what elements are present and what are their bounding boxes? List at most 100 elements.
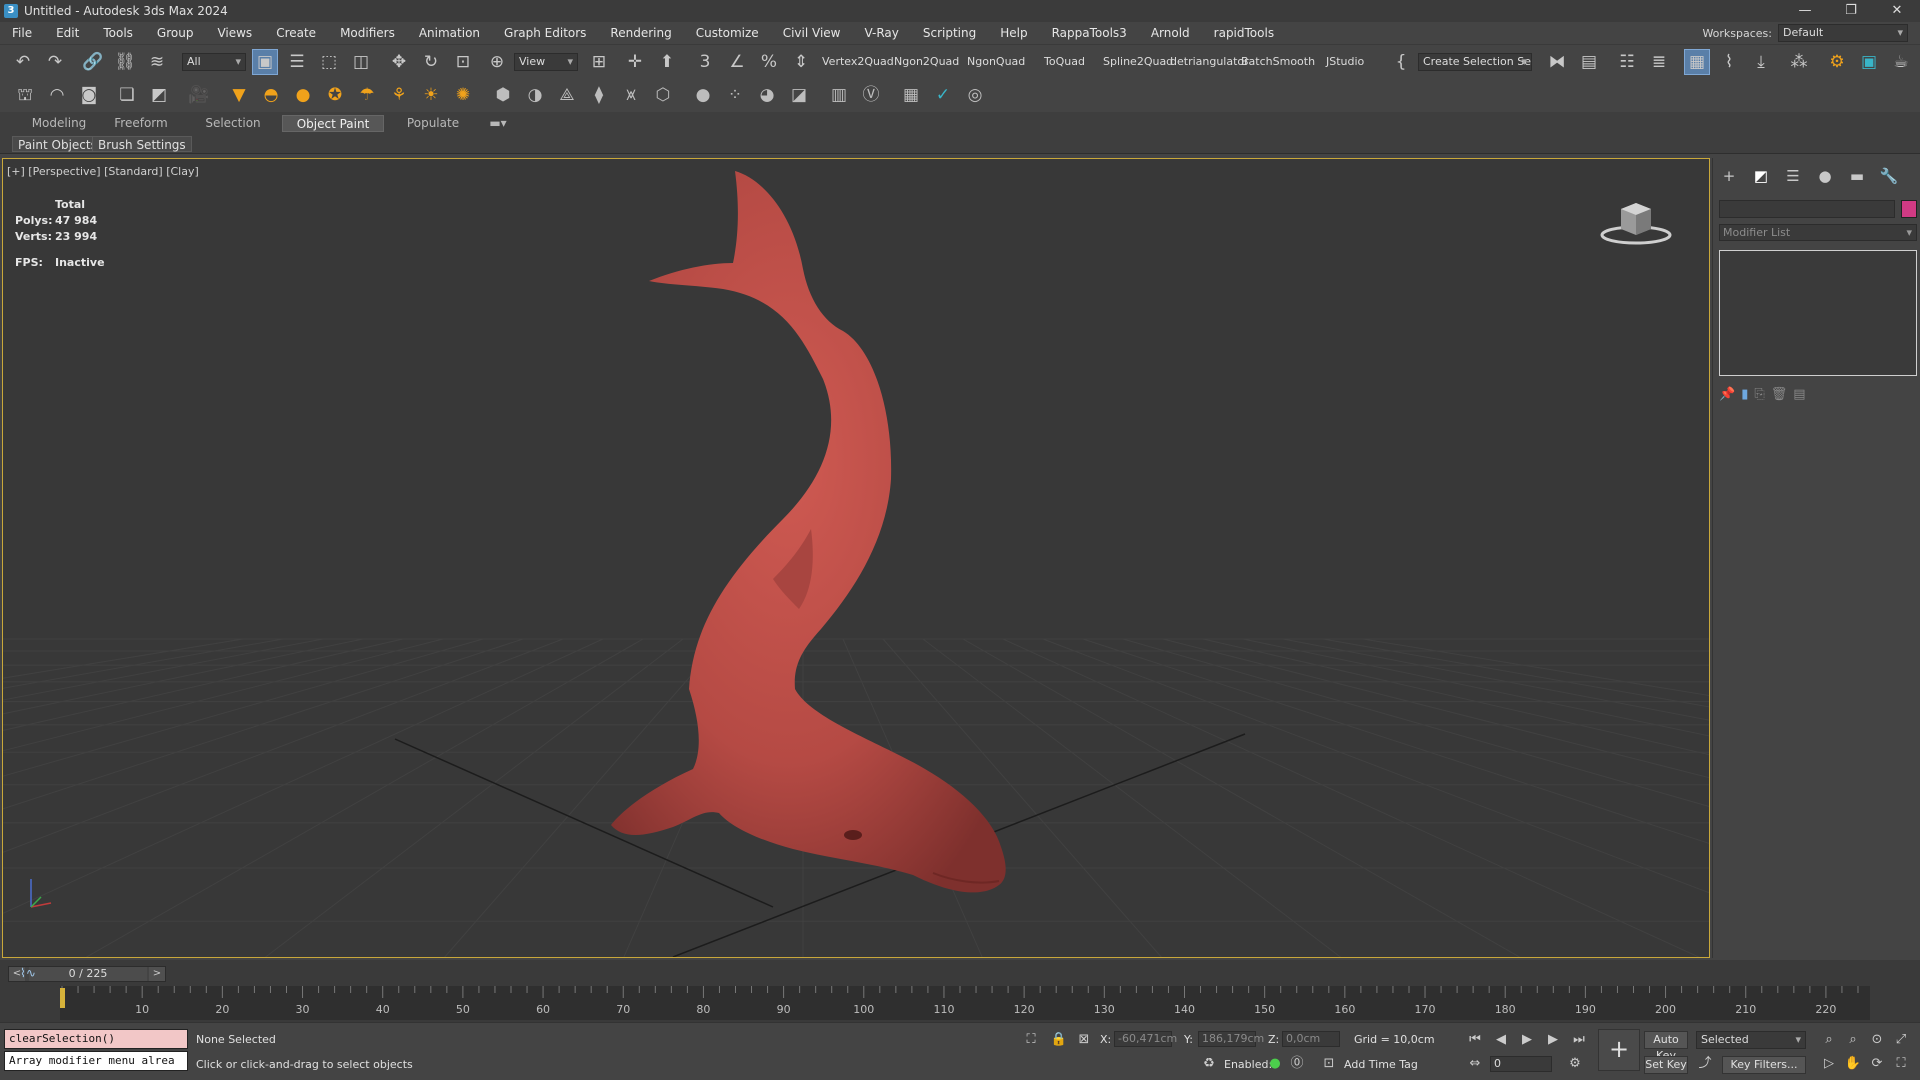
- maxscript-output[interactable]: Array modifier menu alrea: [4, 1051, 188, 1071]
- script-ngon2quad-button[interactable]: Ngon2Quad: [894, 55, 959, 68]
- restore-button[interactable]: ❐: [1828, 0, 1874, 22]
- link-icon[interactable]: 🔗: [80, 49, 106, 75]
- key-mode-dropdown[interactable]: Selected: [1696, 1031, 1806, 1049]
- ribbon-toggle-icon[interactable]: ▦: [1684, 49, 1710, 75]
- compound-icon[interactable]: ❏: [114, 82, 140, 108]
- menu-rapidtools[interactable]: rapidTools: [1202, 22, 1286, 44]
- tab-object-paint[interactable]: Object Paint: [282, 115, 384, 132]
- modifier-stack[interactable]: [1719, 250, 1917, 376]
- angle-snap-icon[interactable]: ∠: [724, 49, 750, 75]
- menu-graph-editors[interactable]: Graph Editors: [492, 22, 598, 44]
- menu-help[interactable]: Help: [988, 22, 1039, 44]
- tab-populate[interactable]: Populate: [396, 115, 470, 132]
- create-tab-icon[interactable]: +: [1713, 164, 1745, 188]
- mirror-icon[interactable]: ⧓: [1544, 49, 1570, 75]
- ribbon-options-icon[interactable]: ▬▾: [486, 115, 510, 132]
- zoom-icon[interactable]: ⌕: [1820, 1031, 1838, 1049]
- maxscript-listener[interactable]: clearSelection() Array modifier menu alr…: [4, 1029, 188, 1073]
- motion-tab-icon[interactable]: ●: [1809, 164, 1841, 188]
- keyboard-shortcut-icon[interactable]: ⬆: [654, 49, 680, 75]
- menu-views[interactable]: Views: [205, 22, 264, 44]
- rotate-icon[interactable]: ↻: [418, 49, 444, 75]
- prev-key-icon[interactable]: ◀: [1492, 1031, 1510, 1049]
- snaps-toggle-icon[interactable]: 3: [692, 49, 718, 75]
- goto-end-icon[interactable]: ⏭: [1570, 1031, 1588, 1049]
- modify-tab-icon[interactable]: ◩: [1745, 164, 1777, 188]
- area-light-icon[interactable]: ⚘: [386, 82, 412, 108]
- undo-icon[interactable]: ↶: [10, 49, 36, 75]
- window-crossing-icon[interactable]: ◫: [348, 49, 374, 75]
- teapot-icon[interactable]: ⛫: [12, 82, 38, 108]
- frame-counter[interactable]: 0 / 225: [29, 967, 147, 981]
- z-coord-field[interactable]: 0,0cm: [1282, 1031, 1340, 1047]
- hierarchy-tab-icon[interactable]: ☰: [1777, 164, 1809, 188]
- set-key-button[interactable]: Set Key: [1644, 1056, 1688, 1074]
- object-color-swatch[interactable]: [1901, 200, 1917, 218]
- curve-editor-icon[interactable]: ⌇: [1716, 49, 1742, 75]
- texture-icon[interactable]: ◕: [754, 82, 780, 108]
- spot-light-icon[interactable]: ☂: [354, 82, 380, 108]
- rectangular-selection-icon[interactable]: ⬚: [316, 49, 342, 75]
- dome-light-icon[interactable]: ✺: [450, 82, 476, 108]
- x-coord-field[interactable]: -60,471cm: [1114, 1031, 1177, 1047]
- menu-file[interactable]: File: [0, 22, 44, 44]
- current-frame-field[interactable]: 0: [1490, 1056, 1552, 1072]
- script-toquad-button[interactable]: ToQuad: [1044, 55, 1085, 68]
- menu-edit[interactable]: Edit: [44, 22, 91, 44]
- menu-create[interactable]: Create: [264, 22, 328, 44]
- menu-tools[interactable]: Tools: [91, 22, 145, 44]
- pivot-center-icon[interactable]: ⊞: [586, 49, 612, 75]
- display-tab-icon[interactable]: ▬: [1841, 164, 1873, 188]
- omni-light-icon[interactable]: ▼: [226, 82, 252, 108]
- enabled-status-icon[interactable]: ●: [1266, 1055, 1284, 1073]
- menu-civil-view[interactable]: Civil View: [771, 22, 853, 44]
- curve-editor-mini-icon[interactable]: ⌇∿: [20, 966, 36, 980]
- check-icon[interactable]: ✓: [930, 82, 956, 108]
- rendered-frame-window-icon[interactable]: ▣: [1856, 49, 1882, 75]
- material-library-icon[interactable]: ⁘: [722, 82, 748, 108]
- vray-fur-icon[interactable]: ⩙: [618, 82, 644, 108]
- next-frame-arrow-icon[interactable]: >: [149, 967, 165, 981]
- layer-explorer-icon[interactable]: ≣: [1646, 49, 1672, 75]
- bind-space-warp-icon[interactable]: ≋: [144, 49, 170, 75]
- workspace-dropdown[interactable]: Default: [1778, 24, 1908, 42]
- tab-modeling[interactable]: Modeling: [22, 115, 96, 132]
- play-icon[interactable]: ▶: [1518, 1031, 1536, 1049]
- goto-start-icon[interactable]: ⏮: [1466, 1031, 1484, 1049]
- edit-named-selection-icon[interactable]: {: [1388, 49, 1414, 75]
- script-spline2quad-button[interactable]: Spline2Quad: [1103, 55, 1173, 68]
- skylight-icon[interactable]: ◓: [258, 82, 284, 108]
- absolute-mode-icon[interactable]: ⊠: [1075, 1031, 1093, 1049]
- material-sphere-icon[interactable]: ●: [690, 82, 716, 108]
- vray-scatter-icon[interactable]: ⧫: [586, 82, 612, 108]
- time-configuration-icon[interactable]: ⓪: [1288, 1055, 1306, 1073]
- key-filters-button[interactable]: Key Filters...: [1722, 1056, 1806, 1074]
- menu-group[interactable]: Group: [145, 22, 206, 44]
- viewport-label[interactable]: [+] [Perspective] [Standard] [Clay]: [7, 165, 199, 178]
- menu-arnold[interactable]: Arnold: [1139, 22, 1202, 44]
- paint-objects-button[interactable]: Paint Objects: [12, 136, 103, 152]
- viewcube-icon[interactable]: [1599, 195, 1673, 245]
- zoom-all-icon[interactable]: ⌕: [1844, 1031, 1862, 1049]
- menu-scripting[interactable]: Scripting: [911, 22, 988, 44]
- align-icon[interactable]: ▤: [1576, 49, 1602, 75]
- next-key-icon[interactable]: ▶: [1544, 1031, 1562, 1049]
- modifier-list-dropdown[interactable]: Modifier List: [1719, 224, 1917, 241]
- placement-icon[interactable]: ⊕: [484, 49, 510, 75]
- reference-coordinate-dropdown[interactable]: View: [514, 53, 578, 71]
- menu-rendering[interactable]: Rendering: [598, 22, 683, 44]
- script-detriangulator-button[interactable]: detriangulator: [1170, 55, 1249, 68]
- scale-icon[interactable]: ⊡: [450, 49, 476, 75]
- scene-explorer-icon[interactable]: ☷: [1614, 49, 1640, 75]
- vray-proxy-icon[interactable]: ⬢: [490, 82, 516, 108]
- selection-lock-icon[interactable]: 🔒: [1050, 1031, 1068, 1049]
- script-vertex2quad-button[interactable]: Vertex2Quad: [822, 55, 894, 68]
- close-button[interactable]: ✕: [1874, 0, 1920, 22]
- spiral-icon[interactable]: ◎: [962, 82, 988, 108]
- field-of-view-icon[interactable]: ▷: [1820, 1055, 1838, 1073]
- utilities-tab-icon[interactable]: 🔧: [1873, 164, 1905, 188]
- menu-rappatools3[interactable]: RappaTools3: [1040, 22, 1139, 44]
- orbit-icon[interactable]: ⟳: [1868, 1055, 1886, 1073]
- key-mode-toggle-icon[interactable]: ⇔: [1466, 1055, 1484, 1073]
- redo-icon[interactable]: ↷: [42, 49, 68, 75]
